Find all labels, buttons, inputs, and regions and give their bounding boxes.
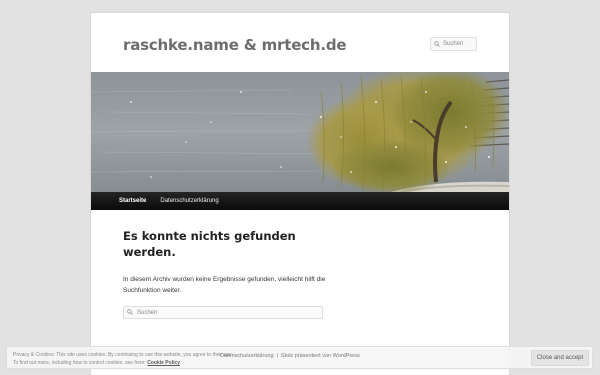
cookie-line-1: Privacy & Cookies: This site uses cookie… xyxy=(13,352,234,358)
page-title: Es konnte nichts gefunden werden. xyxy=(123,229,296,259)
no-results-message: In diesem Archiv wurden keine Ergebnisse… xyxy=(123,276,326,294)
content-search-input[interactable]: Suchen xyxy=(123,306,323,319)
cookie-line-2: To find out more, including how to contr… xyxy=(13,360,146,366)
site-title[interactable]: raschke.name & mrtech.de xyxy=(123,36,347,54)
search-icon xyxy=(434,41,440,47)
footer-separator: | xyxy=(276,353,278,359)
main-navigation: Startseite Datenschutzerklärung xyxy=(91,192,509,210)
header-banner-image[interactable] xyxy=(91,72,509,192)
footer-link-wordpress[interactable]: Stolz präsentiert von WordPress xyxy=(281,353,360,359)
cookie-banner: Privacy & Cookies: This site uses cookie… xyxy=(6,346,593,369)
footer-links: Datenschutzerklärung | Stolz präsentiert v… xyxy=(220,353,360,359)
cookie-policy-link[interactable]: Cookie Policy xyxy=(147,360,180,366)
nav-item-startseite[interactable]: Startseite xyxy=(119,198,146,204)
search-icon xyxy=(127,308,133,317)
nav-item-datenschutzerklaerung[interactable]: Datenschutzerklärung xyxy=(160,198,218,204)
content-search-placeholder: Suchen xyxy=(137,309,158,316)
footer-link-datenschutz[interactable]: Datenschutzerklärung xyxy=(220,353,274,359)
header-search-input[interactable]: Suchen xyxy=(430,37,477,51)
page-container: raschke.name & mrtech.de Suchen Startsei… xyxy=(91,13,509,375)
close-and-accept-button[interactable]: Close and accept xyxy=(531,350,589,366)
header-search-placeholder: Suchen xyxy=(443,41,464,47)
